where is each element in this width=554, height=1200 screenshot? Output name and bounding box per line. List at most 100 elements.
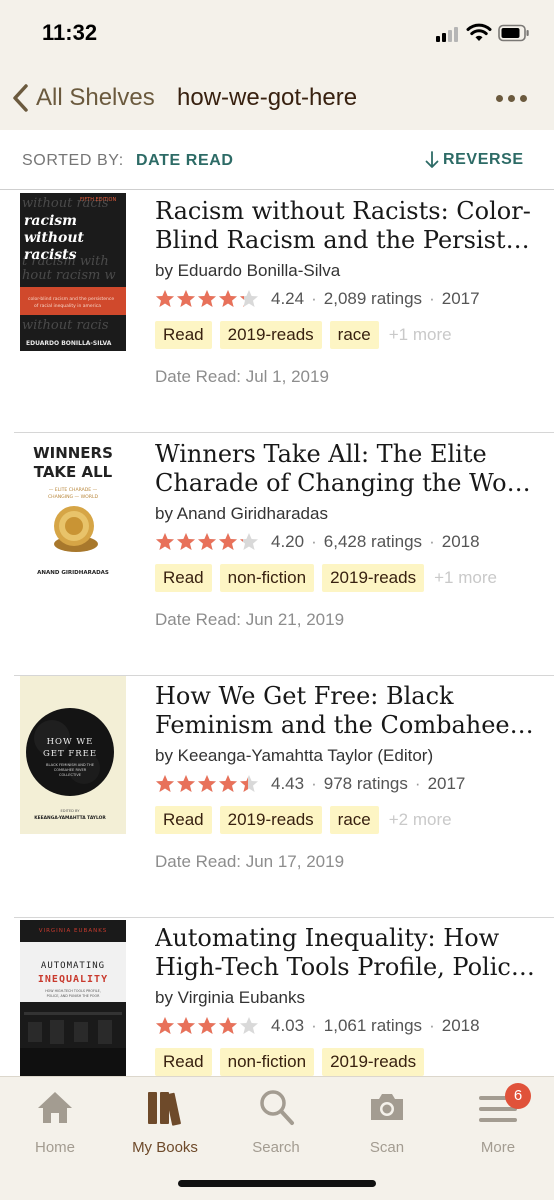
sort-field-button[interactable]: DATE READ xyxy=(136,152,234,170)
book-title-line: High-Tech Tools Profile, Police, and Pun… xyxy=(155,953,540,981)
ratings-count: 978 ratings xyxy=(323,774,408,793)
shelf-tag[interactable]: Read xyxy=(155,1048,212,1076)
book-author[interactable]: by Virginia Eubanks xyxy=(155,988,305,1008)
book-title[interactable]: How We Get Free: Black Feminism and the … xyxy=(155,682,540,740)
reverse-sort-label: REVERSE xyxy=(443,151,524,168)
shelf-tag[interactable]: 2019-reads xyxy=(219,321,322,349)
book-author[interactable]: by Keeanga-Yamahtta Taylor (Editor) xyxy=(155,746,433,766)
book-author[interactable]: by Eduardo Bonilla-Silva xyxy=(155,261,340,281)
more-tags-link[interactable]: +1 more xyxy=(389,325,452,345)
back-button-label: All Shelves xyxy=(36,84,155,111)
star-icon xyxy=(239,289,259,309)
star-icon xyxy=(197,532,217,552)
book-cover[interactable]: HOW WE GET FREE BLACK FEMINISM AND THE C… xyxy=(20,676,126,834)
svg-text:CHANGING — WORLD: CHANGING — WORLD xyxy=(48,494,99,500)
publication-year: 2018 xyxy=(441,1016,480,1035)
shelf-tag[interactable]: race xyxy=(329,321,379,349)
search-icon xyxy=(260,1090,294,1125)
book-title-line: Automating Inequality: How xyxy=(155,924,500,952)
chevron-left-icon xyxy=(13,84,28,112)
tab-more[interactable]: 6 More xyxy=(443,1083,553,1157)
book-title-line: How We Get Free: Black xyxy=(155,682,454,710)
book-title-line: Charade of Changing the World xyxy=(155,469,540,497)
svg-text:ANAND GIRIDHARADAS: ANAND GIRIDHARADAS xyxy=(37,570,109,576)
book-rating-row: 4.43 · 978 ratings · 2017 xyxy=(155,773,465,795)
star-icon xyxy=(176,774,196,794)
book-row[interactable]: WINNERS TAKE ALL — ELITE CHARADE — CHANG… xyxy=(0,434,554,676)
separator-dot: · xyxy=(311,289,317,308)
svg-text:POLICE, AND PUNISH THE POOR: POLICE, AND PUNISH THE POOR xyxy=(47,994,100,998)
nav-bar: All Shelves how-we-got-here xyxy=(0,68,554,130)
svg-text:racism: racism xyxy=(24,213,77,229)
cover-art-how-we-get-free: HOW WE GET FREE BLACK FEMINISM AND THE C… xyxy=(20,676,126,834)
shelf-tag[interactable]: 2019-reads xyxy=(219,806,322,834)
book-row[interactable]: HOW WE GET FREE BLACK FEMINISM AND THE C… xyxy=(0,676,554,918)
book-title[interactable]: Racism without Racists: Color- Blind Rac… xyxy=(155,197,540,255)
book-cover[interactable]: WINNERS TAKE ALL — ELITE CHARADE — CHANG… xyxy=(20,434,126,592)
star-icon xyxy=(218,289,238,309)
publication-year: 2017 xyxy=(427,774,466,793)
shelf-tag[interactable]: 2019-reads xyxy=(322,1048,425,1076)
book-cover[interactable]: VIRGINIA EUBANKS AUTOMATING INEQUALITY H… xyxy=(20,920,126,1076)
star-icon xyxy=(176,1016,196,1036)
tab-scan[interactable]: Scan xyxy=(332,1087,442,1157)
book-row[interactable]: without racis t racism with hout racism … xyxy=(0,191,554,433)
book-rating-row: 4.03 · 1,061 ratings · 2018 xyxy=(155,1015,480,1037)
svg-text:GET FREE: GET FREE xyxy=(43,749,97,759)
tab-label: Scan xyxy=(369,1139,405,1156)
book-list: without racis t racism with hout racism … xyxy=(0,191,554,1076)
shelf-tag[interactable]: Read xyxy=(155,564,212,592)
tab-home[interactable]: Home xyxy=(0,1087,110,1157)
book-title[interactable]: Winners Take All: The Elite Charade of C… xyxy=(155,440,540,498)
svg-text:without racis: without racis xyxy=(22,318,109,333)
shelf-tag[interactable]: Read xyxy=(155,806,212,834)
shelf-tag[interactable]: non-fiction xyxy=(219,1048,315,1076)
book-author[interactable]: by Anand Giridharadas xyxy=(155,504,328,524)
svg-text:TAKE ALL: TAKE ALL xyxy=(34,463,113,481)
notification-badge: 6 xyxy=(505,1083,531,1109)
shelf-tags: Read 2019-reads race +1 more xyxy=(155,321,452,349)
separator-dot: · xyxy=(429,1016,435,1035)
separator-dot: · xyxy=(414,774,421,793)
star-icon xyxy=(155,532,175,552)
more-tags-link[interactable]: +2 more xyxy=(389,810,452,830)
more-options-icon[interactable] xyxy=(496,90,536,106)
average-rating: 4.03 xyxy=(271,1016,305,1035)
star-icon xyxy=(197,289,217,309)
separator-dot: · xyxy=(311,532,317,551)
svg-text:BLACK FEMINISM AND THE: BLACK FEMINISM AND THE xyxy=(46,763,95,767)
star-rating xyxy=(155,1016,259,1036)
svg-text:color-blind racism and the per: color-blind racism and the persistence xyxy=(28,296,114,302)
date-read: Date Read: Jul 1, 2019 xyxy=(155,367,329,386)
back-button[interactable]: All Shelves xyxy=(10,80,155,116)
reverse-sort-button[interactable]: REVERSE xyxy=(424,150,524,170)
svg-text:— ELITE CHARADE —: — ELITE CHARADE — xyxy=(49,487,98,493)
book-row[interactable]: VIRGINIA EUBANKS AUTOMATING INEQUALITY H… xyxy=(0,918,554,1076)
book-rating-row: 4.20 · 6,428 ratings · 2018 xyxy=(155,531,480,553)
svg-text:of racial inequality in americ: of racial inequality in america xyxy=(34,303,101,309)
separator-dot: · xyxy=(311,774,317,793)
ratings-count: 1,061 ratings xyxy=(323,1016,423,1035)
tab-label: More xyxy=(480,1139,516,1156)
svg-text:EDITED BY: EDITED BY xyxy=(61,809,81,813)
shelf-tag[interactable]: Read xyxy=(155,321,212,349)
tab-label: Home xyxy=(34,1139,75,1156)
shelf-tag[interactable]: 2019-reads xyxy=(322,564,425,592)
shelf-tag[interactable]: non-fiction xyxy=(219,564,315,592)
sort-bar: SORTED BY: DATE READ REVERSE xyxy=(0,130,554,190)
tab-search[interactable]: Search xyxy=(221,1087,331,1157)
ratings-count: 2,089 ratings xyxy=(323,289,423,308)
svg-text:FIFTH EDITION: FIFTH EDITION xyxy=(80,197,116,203)
star-icon xyxy=(155,774,175,794)
svg-text:KEEANGA-YAMAHTTA TAYLOR: KEEANGA-YAMAHTTA TAYLOR xyxy=(34,815,106,821)
more-tags-link[interactable]: +1 more xyxy=(434,568,497,588)
book-title[interactable]: Automating Inequality: How High-Tech Too… xyxy=(155,924,540,982)
tab-my-books[interactable]: My Books xyxy=(110,1087,220,1157)
book-cover[interactable]: without racis t racism with hout racism … xyxy=(20,193,126,351)
home-indicator[interactable] xyxy=(178,1180,376,1187)
star-icon xyxy=(197,774,217,794)
shelf-tags: Read 2019-reads race +2 more xyxy=(155,806,452,834)
shelf-tag[interactable]: race xyxy=(329,806,379,834)
svg-text:COMBAHEE RIVER: COMBAHEE RIVER xyxy=(54,768,87,772)
tab-label: Search xyxy=(252,1139,300,1156)
